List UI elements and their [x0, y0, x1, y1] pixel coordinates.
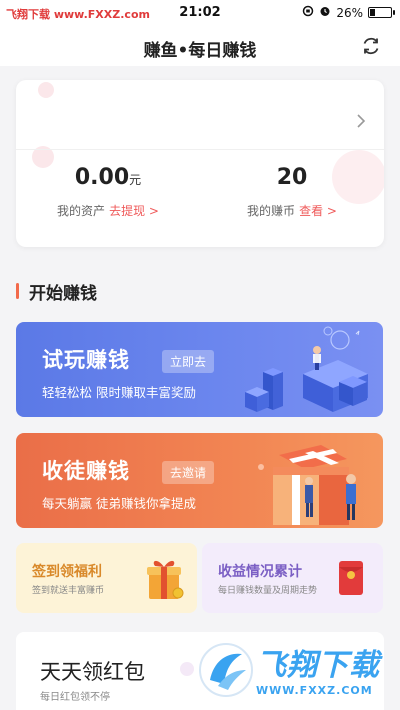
section-title: 开始赚钱: [29, 283, 97, 304]
gift-box-icon: [147, 560, 184, 599]
invite-button[interactable]: 去邀请: [162, 461, 215, 484]
balance-unit: 元: [129, 173, 142, 187]
asset-card: 0.00元 我的资产 去提现 > 20 我的赚币 查看 >: [16, 80, 384, 247]
isometric-blocks-icon: [245, 326, 368, 412]
red-packet-subtitle: 每日红包领不停: [40, 692, 110, 703]
earnings-summary-card[interactable]: 收益情况累计 每日赚钱数量及周期走势: [202, 543, 383, 613]
balance-stat: 0.00元 我的资产 去提现 >: [16, 165, 200, 219]
balance-amount: 0.00元: [16, 165, 200, 190]
battery-fill: [370, 9, 375, 16]
account-row[interactable]: [16, 92, 384, 150]
battery-percent: 26%: [336, 5, 363, 20]
checkin-card[interactable]: 签到领福利 签到就送丰富赚币: [16, 543, 197, 613]
coins-amount: 20: [200, 165, 384, 190]
red-packet-title: 天天领红包: [40, 660, 145, 684]
coins-value: 20: [276, 165, 308, 190]
trial-earn-banner[interactable]: 试玩赚钱 立即去 轻轻松松 限时赚取丰富奖励: [16, 322, 383, 417]
refresh-icon[interactable]: [360, 35, 382, 57]
coins-label-row: 我的赚币 查看 >: [200, 202, 384, 219]
balance-label-row: 我的资产 去提现 >: [16, 202, 200, 219]
chevron-right-icon: [357, 114, 366, 128]
decorative-dot: [180, 662, 194, 676]
banner-subtitle: 每天躺赢 徒弟赚钱你拿提成: [42, 496, 196, 511]
watermark-url: WWW.FXXZ.COM: [256, 684, 373, 697]
view-coins-link[interactable]: 查看 >: [299, 204, 337, 218]
site-watermark: 飞翔下载 WWW.FXXZ.COM: [196, 636, 396, 710]
coins-stat: 20 我的赚币 查看 >: [200, 165, 384, 219]
checkin-title: 签到领福利: [32, 564, 102, 580]
go-now-button[interactable]: 立即去: [162, 350, 215, 373]
page-title: 赚鱼•每日赚钱: [143, 41, 257, 61]
earnings-subtitle: 每日赚钱数量及周期走势: [218, 586, 318, 596]
invite-earn-banner[interactable]: 收徒赚钱 去邀请 每天躺赢 徒弟赚钱你拿提成: [16, 433, 383, 528]
checkin-subtitle: 签到就送丰富赚币: [32, 586, 105, 596]
status-bar: 飞翔下载 www.FXXZ.com 21:02 26%: [0, 0, 400, 26]
red-envelope-icon: [339, 561, 363, 595]
watermark-title: 飞翔下载: [256, 648, 380, 683]
balance-value: 0.00: [74, 165, 130, 190]
banner-title: 收徒赚钱: [42, 459, 130, 483]
rotation-lock-icon: [302, 5, 314, 20]
gift-people-icon: [258, 445, 356, 525]
section-accent-bar: [16, 283, 19, 299]
banner-subtitle: 轻轻松松 限时赚取丰富奖励: [42, 385, 196, 400]
banner-title: 试玩赚钱: [42, 348, 130, 372]
section-heading: 开始赚钱: [16, 280, 97, 304]
coins-label: 我的赚币: [247, 204, 296, 218]
balance-label: 我的资产: [57, 204, 106, 218]
nav-header: 赚鱼•每日赚钱: [0, 26, 400, 66]
watermark-logo-icon: [199, 643, 253, 697]
alarm-icon: [319, 5, 331, 20]
battery-icon: [368, 7, 395, 18]
withdraw-link[interactable]: 去提现 >: [109, 204, 159, 218]
earnings-title: 收益情况累计: [218, 564, 302, 580]
status-bar-indicators: 26%: [302, 5, 395, 20]
